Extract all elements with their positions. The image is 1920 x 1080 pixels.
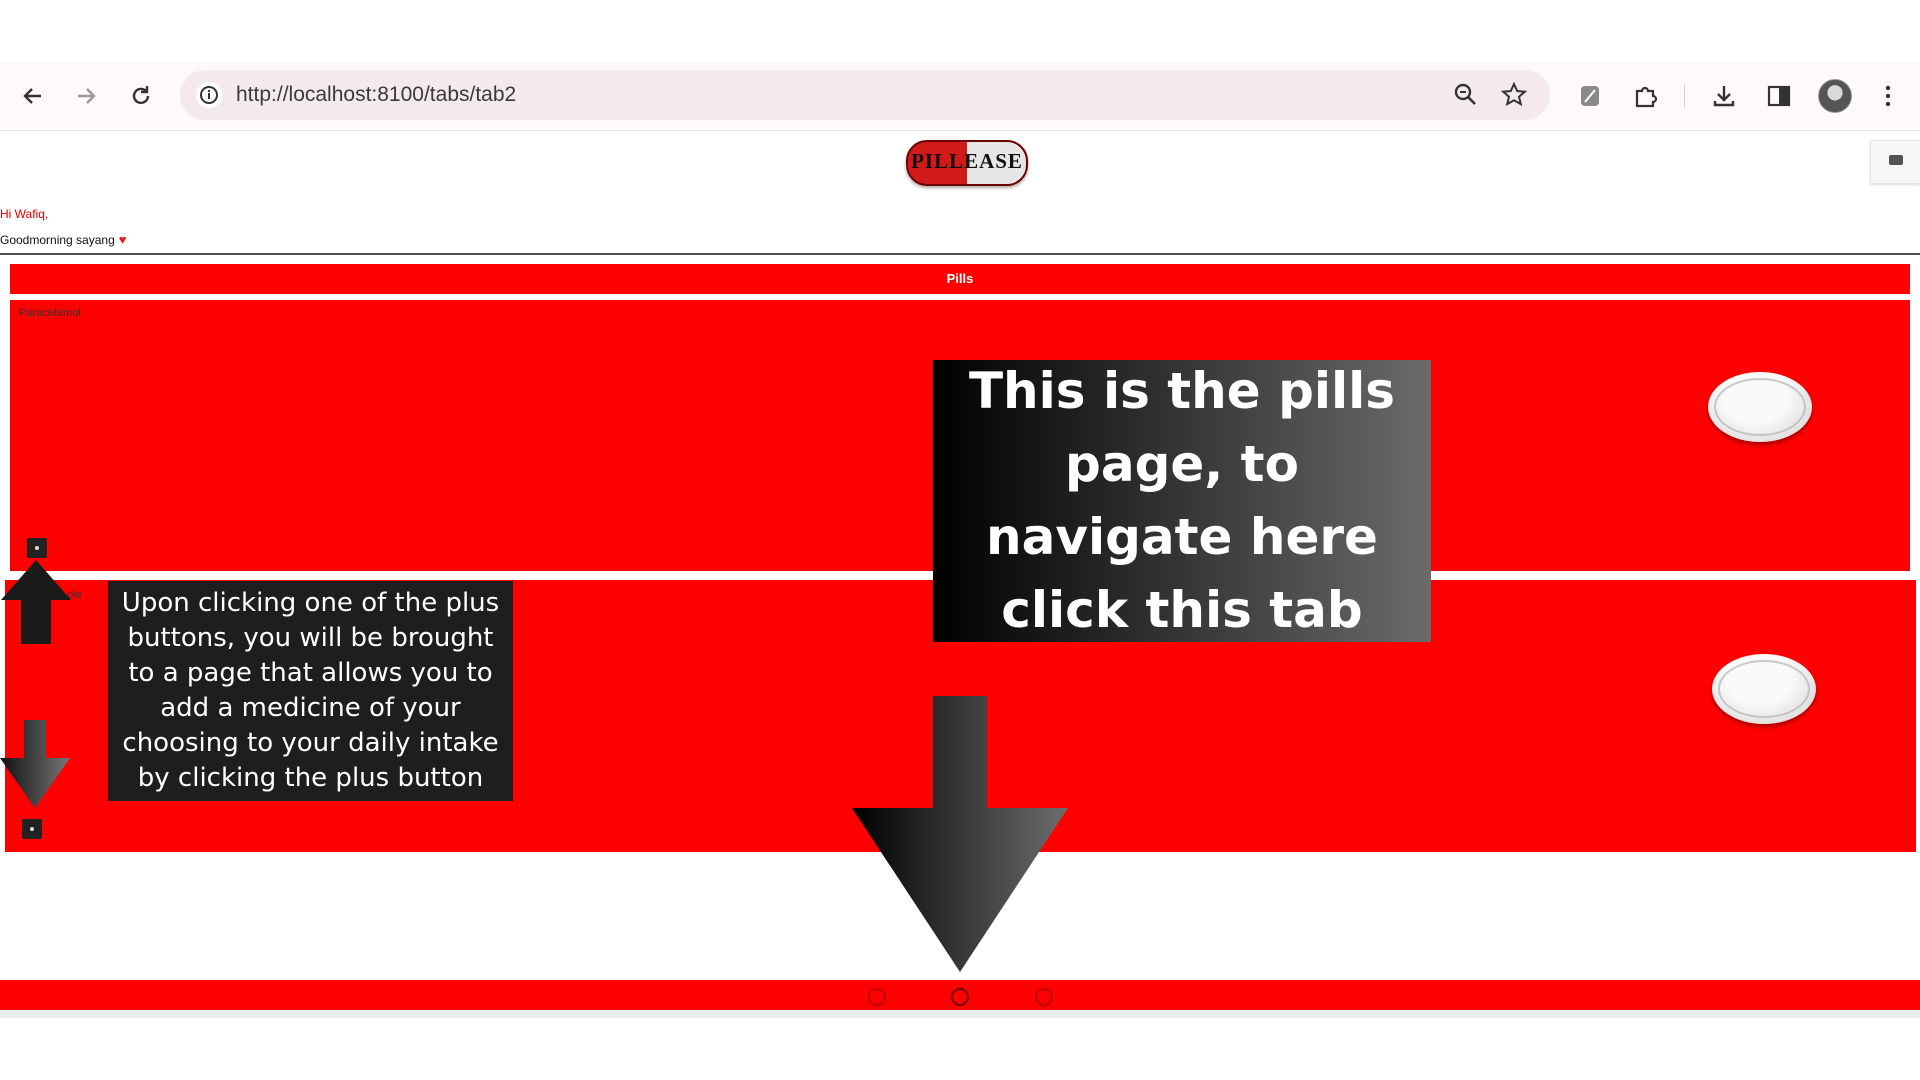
browser-toolbar: http://localhost:8100/tabs/tab2	[0, 62, 1920, 131]
greeting-name: Hi Wafiq,	[0, 207, 49, 221]
logo-text: PILLEASE	[911, 149, 1023, 173]
section-title: Pills	[10, 264, 1910, 294]
extensions-puzzle-icon[interactable]	[1632, 82, 1660, 110]
arrow-up-icon	[1, 560, 71, 644]
arrow-down-icon	[852, 696, 1068, 972]
tab-bar	[0, 980, 1920, 1010]
greeting-message: Goodmorning sayang	[0, 233, 115, 247]
tab-pills[interactable]	[951, 988, 969, 1006]
heart-icon: ♥	[118, 232, 127, 247]
bookmark-star-icon[interactable]	[1500, 81, 1528, 109]
pill-image	[1712, 654, 1816, 724]
reload-icon[interactable]	[127, 82, 155, 110]
toolbar-divider	[1684, 84, 1685, 108]
divider	[0, 253, 1920, 255]
greeting-message-row: Goodmorning sayang ♥	[0, 232, 126, 247]
tab-settings[interactable]	[1035, 988, 1053, 1006]
more-menu-icon[interactable]	[1874, 82, 1902, 110]
header-menu-button[interactable]	[1870, 140, 1920, 184]
forward-icon[interactable]	[72, 82, 100, 110]
add-pill-button[interactable]	[27, 538, 47, 558]
pill-image	[1708, 372, 1812, 442]
menu-icon	[1889, 155, 1903, 165]
tutorial-callout-pills-page: This is the pills page, to navigate here…	[933, 360, 1431, 642]
site-info-icon[interactable]	[194, 80, 224, 110]
profile-avatar[interactable]	[1818, 79, 1852, 113]
extension-pen-icon[interactable]	[1576, 82, 1604, 110]
pill-name: Paracetemol	[19, 307, 81, 319]
zoom-icon[interactable]	[1452, 81, 1480, 109]
tutorial-callout-plus-button: Upon clicking one of the plus buttons, y…	[108, 581, 513, 801]
bottom-strip	[0, 1010, 1920, 1018]
arrow-down-small-icon	[0, 720, 70, 808]
address-bar[interactable]: http://localhost:8100/tabs/tab2	[180, 70, 1550, 120]
side-panel-icon[interactable]	[1765, 82, 1793, 110]
app-logo: PILLEASE	[906, 140, 1028, 186]
tab-home[interactable]	[868, 988, 886, 1006]
back-icon[interactable]	[19, 82, 47, 110]
download-icon[interactable]	[1710, 82, 1738, 110]
add-pill-button[interactable]	[22, 819, 42, 839]
url-text[interactable]: http://localhost:8100/tabs/tab2	[236, 83, 516, 107]
